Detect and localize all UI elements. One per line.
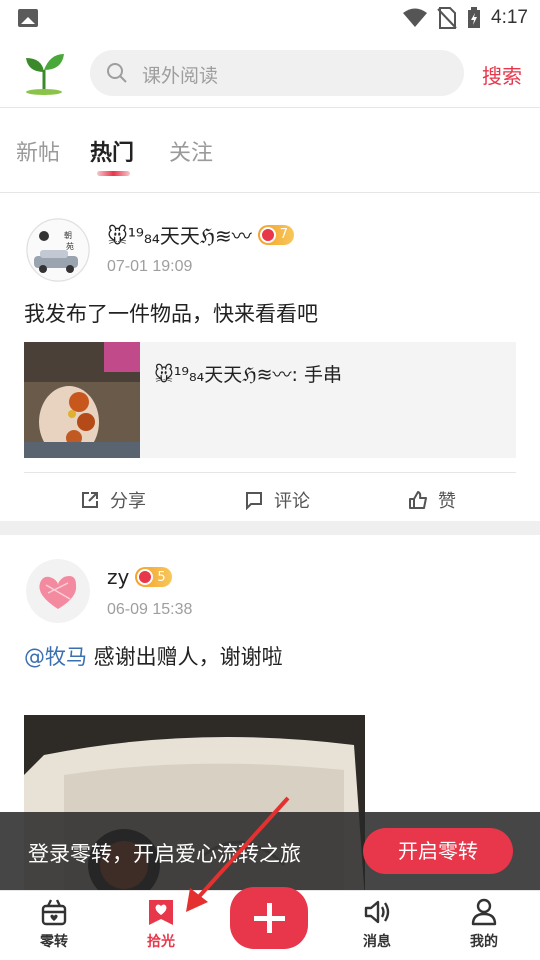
app-header: 课外阅读 搜索 [0,36,540,108]
image-notification-icon [18,9,38,27]
clock: 4:17 [491,7,528,28]
thumbs-up-icon [409,491,427,509]
share-label: 分享 [110,491,146,512]
search-button[interactable]: 搜索 [482,60,522,89]
search-icon [107,63,127,83]
like-button[interactable]: 赞 [408,487,456,513]
tab-follow[interactable]: 关注 [169,135,213,167]
level-number: 7 [279,227,289,242]
nav-label: 消息 [363,934,391,950]
avatar[interactable] [26,559,90,623]
comment-button[interactable]: 评论 [244,487,310,513]
wifi-icon [403,8,428,27]
post-card[interactable]: 朝 苑 🐭¹⁹₈₄天天ℌ≋〰 7 07-01 19:09 我发布了一件物品，快来… [0,194,540,521]
level-number: 5 [157,569,166,585]
share-button[interactable]: 分享 [80,487,146,513]
gift-box-icon [41,899,67,926]
speaker-icon [364,900,390,924]
tab-new[interactable]: 新帖 [16,135,60,167]
nav-label: 零转 [40,934,68,950]
search-placeholder: 课外阅读 [142,65,219,87]
post-divider [0,521,540,535]
medal-icon [259,226,276,243]
level-badge: 5 [135,567,172,587]
nav-item-messages[interactable]: 消息 [337,897,417,951]
nav-label: 拾光 [147,934,175,950]
item-card-text: 🐭¹⁹₈₄天天ℌ≋〰: 手串 [154,364,342,386]
battery-charging-icon [468,7,481,28]
post-time: 07-01 19:09 [107,258,193,275]
svg-text:朝: 朝 [64,231,72,240]
svg-text:苑: 苑 [66,241,74,251]
post-time: 06-09 15:38 [107,601,193,618]
like-label: 赞 [438,491,456,512]
share-icon [82,492,98,508]
post-text: 感谢出赠人，谢谢啦 [87,645,283,669]
tab-hot[interactable]: 热门 [90,135,134,167]
nav-item-moments[interactable]: 拾光 [121,897,201,951]
active-tab-indicator [97,171,130,176]
post-content: 我发布了一件物品，快来看看吧 [24,302,318,326]
start-button[interactable]: 开启零转 [363,828,513,874]
username-text: 🐭¹⁹₈₄天天ℌ≋〰 [107,224,252,248]
status-bar: 4:17 [0,0,540,36]
level-badge: 7 [257,224,295,245]
avatar[interactable]: 朝 苑 [26,218,90,282]
username-text: zy [107,565,130,589]
nav-item-zero-transfer[interactable]: 零转 [14,897,94,951]
search-input[interactable]: 课外阅读 [90,50,464,96]
comment-label: 评论 [274,491,310,512]
plus-icon [254,903,285,933]
heart-flag-icon [149,900,173,925]
post-content: @牧马 感谢出赠人，谢谢啦 [24,641,283,671]
no-sim-icon [437,7,457,29]
status-icons: 4:17 [403,6,528,30]
create-post-button[interactable] [230,887,308,949]
post-actions: 分享 评论 赞 [24,472,516,522]
banner-text: 登录零转，开启爱心流转之旅 [28,842,301,866]
post-username[interactable]: 🐭¹⁹₈₄天天ℌ≋〰 7 [107,220,295,249]
medal-icon [137,569,154,585]
nav-label: 我的 [470,934,498,950]
mention-link[interactable]: @牧马 [24,645,87,669]
sprout-logo-icon[interactable] [20,48,68,96]
person-icon [471,898,497,926]
post-username[interactable]: zy 5 [107,565,172,589]
item-card[interactable]: 🐭¹⁹₈₄天天ℌ≋〰: 手串 [24,342,516,458]
login-banner: 登录零转，开启爱心流转之旅 开启零转 [0,812,540,890]
comment-icon [246,492,262,510]
item-thumbnail [24,342,140,458]
nav-item-profile[interactable]: 我的 [444,897,524,951]
feed-tabs: 新帖 热门 关注 [0,109,540,193]
bottom-navigation: 零转 拾光 消息 我的 [0,887,540,960]
